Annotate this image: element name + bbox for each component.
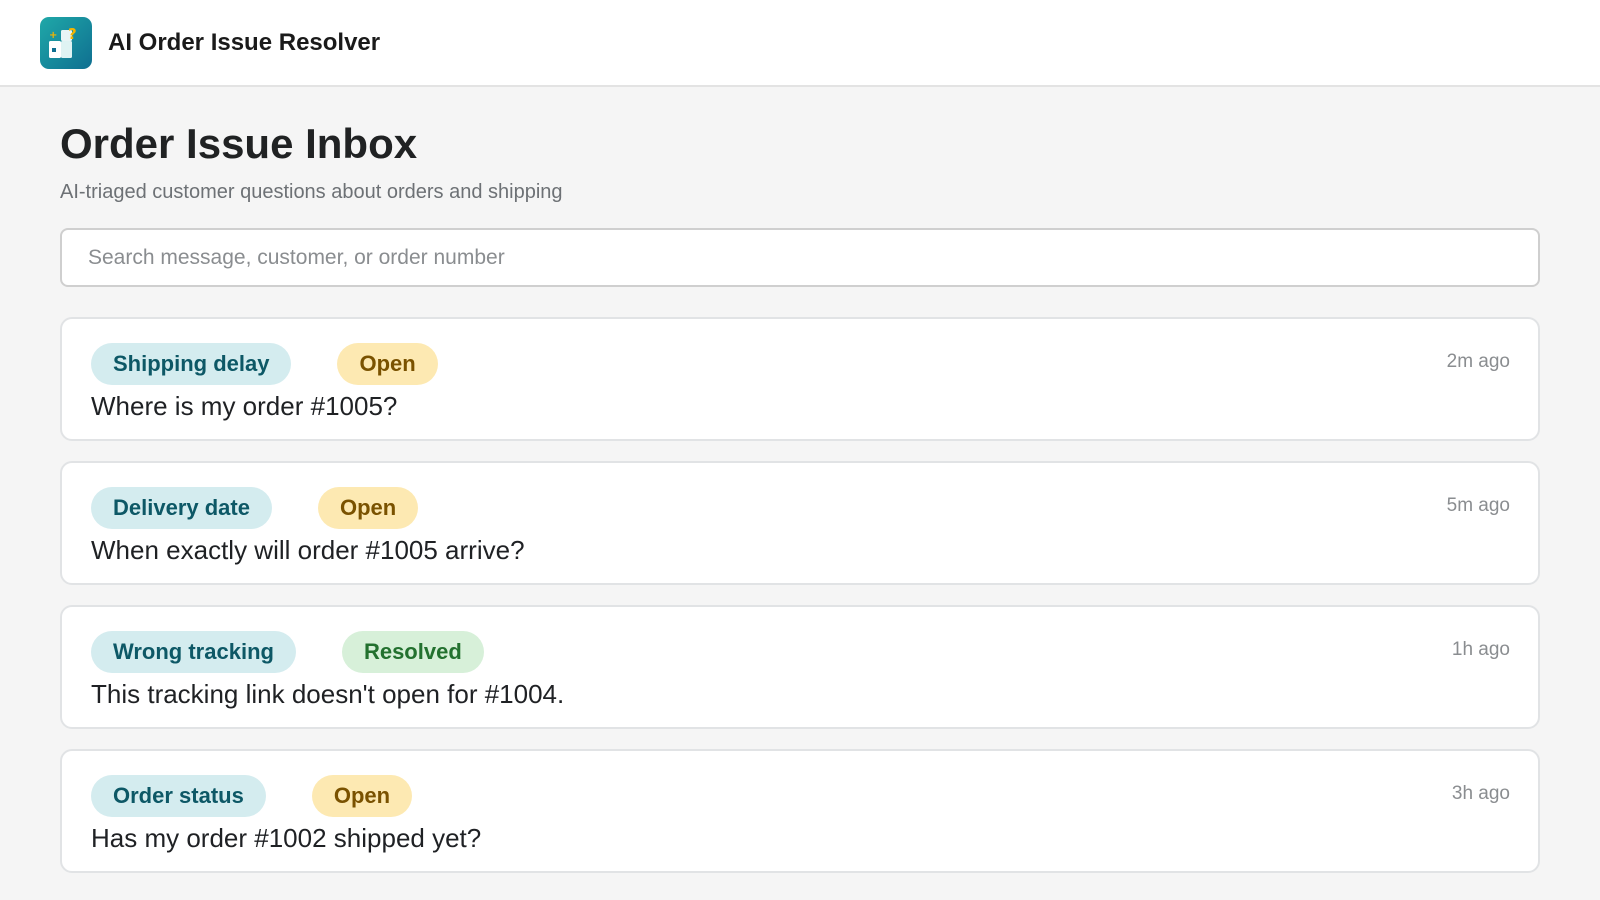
top-bar: ? + AI Order Issue Resolver [0,0,1600,87]
question-box-logo-icon: ? + [40,16,92,69]
svg-text:?: ? [68,25,77,43]
category-badge: Wrong tracking [91,631,296,674]
page-subtitle: AI-triaged customer questions about orde… [60,181,563,204]
status-badge: Resolved [341,631,484,674]
issue-message: When exactly will order #1005 arrive? [91,535,525,566]
issue-message: Where is my order #1005? [91,391,398,422]
page-title: Order Issue Inbox [60,120,418,167]
search-input[interactable] [60,228,1540,288]
issue-card[interactable]: Delivery date Open When exactly will ord… [60,461,1540,586]
issue-card[interactable]: Wrong tracking Resolved This tracking li… [60,605,1540,730]
issue-message: This tracking link doesn't open for #100… [91,679,565,710]
status-badge: Open [311,775,413,818]
issue-message: Has my order #1002 shipped yet? [91,823,482,854]
issue-card[interactable]: Shipping delay Open Where is my order #1… [60,317,1540,442]
issue-timestamp: 1h ago [1451,639,1510,661]
app-title: AI Order Issue Resolver [108,28,381,56]
category-badge: Delivery date [91,487,272,530]
issue-timestamp: 2m ago [1446,351,1510,373]
issue-tags: Shipping delay Open [91,343,1508,386]
status-badge: Open [317,487,419,530]
issue-tags: Order status Open [91,775,1508,818]
main-content: Order Issue Inbox AI-triaged customer qu… [0,87,1600,874]
issue-card[interactable]: Order status Open Has my order #1002 shi… [60,749,1540,874]
category-badge: Order status [91,775,266,818]
status-badge: Open [337,343,438,386]
issue-tags: Wrong tracking Resolved [91,631,1508,674]
issue-timestamp: 5m ago [1446,495,1510,517]
issue-list: Shipping delay Open Where is my order #1… [60,317,1540,874]
svg-text:+: + [49,30,57,41]
issue-timestamp: 3h ago [1451,783,1510,805]
category-badge: Shipping delay [91,343,292,386]
issue-tags: Delivery date Open [91,487,1508,530]
